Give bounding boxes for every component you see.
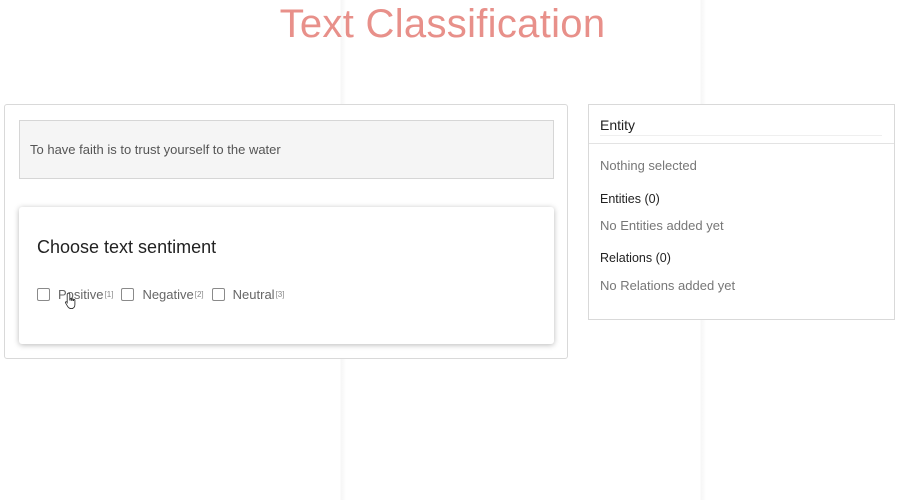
- option-hotkey: [2]: [194, 290, 204, 299]
- option-hotkey: [3]: [275, 290, 285, 299]
- entities-heading: Entities (0): [600, 192, 660, 206]
- positive-checkbox[interactable]: [37, 288, 50, 301]
- option-neutral[interactable]: Neutral [3]: [211, 287, 285, 302]
- text-to-classify: To have faith is to trust yourself to th…: [19, 120, 554, 179]
- text-content: To have faith is to trust yourself to th…: [30, 142, 281, 157]
- relations-heading: Relations (0): [600, 251, 671, 265]
- hand-pointer-icon: [64, 292, 76, 310]
- option-label: Negative: [142, 287, 194, 302]
- sidebar-title: Entity: [600, 117, 636, 133]
- header-divider: [600, 135, 882, 136]
- option-label: Neutral: [232, 287, 275, 302]
- entities-empty-message: No Entities added yet: [600, 218, 724, 233]
- relations-empty-message: No Relations added yet: [600, 278, 736, 293]
- selection-status: Nothing selected: [600, 158, 697, 173]
- entity-sidebar: Entity Nothing selected Entities (0) No …: [588, 104, 895, 320]
- page-title: Text Classification: [279, 2, 606, 46]
- choice-question: Choose text sentiment: [37, 237, 217, 257]
- sentiment-choice-card: Choose text sentiment Positive [1] Negat…: [19, 207, 554, 344]
- neutral-checkbox[interactable]: [211, 288, 225, 301]
- annotation-panel: To have faith is to trust yourself to th…: [4, 104, 568, 359]
- negative-checkbox[interactable]: [121, 288, 135, 301]
- option-negative[interactable]: Negative [2]: [121, 287, 204, 302]
- sidebar-header: Entity: [589, 105, 894, 144]
- option-hotkey: [1]: [104, 290, 114, 299]
